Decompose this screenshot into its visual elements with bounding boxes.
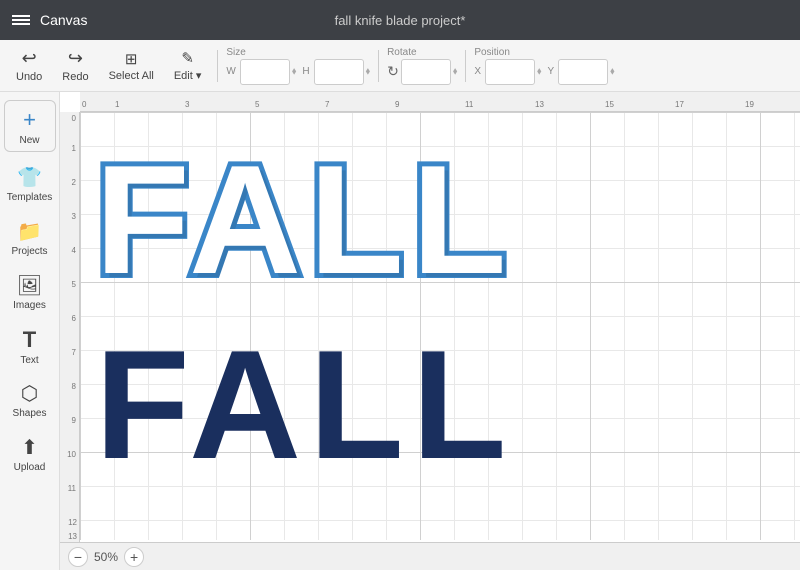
sidebar-item-images[interactable]: 🖼 Images (4, 266, 56, 318)
sidebar-item-label-projects: Projects (11, 246, 47, 257)
size-label: Size (226, 47, 245, 58)
separator-1 (217, 50, 218, 82)
sidebar-item-label-new: New (19, 135, 39, 146)
menu-button[interactable] (12, 13, 30, 27)
rotate-label: Rotate (387, 47, 416, 58)
y-input[interactable] (558, 59, 608, 85)
width-label: W (226, 66, 235, 77)
size-group: Size W ⬧ H ⬧ (226, 47, 370, 85)
canvas-content[interactable]: FALL FALL (80, 112, 800, 540)
shapes-icon: ⬡ (21, 381, 38, 406)
redo-icon: ↪ (68, 48, 83, 69)
height-input[interactable] (314, 59, 364, 85)
zoom-value: 50% (94, 550, 118, 564)
zoom-out-button[interactable]: − (68, 547, 88, 567)
y-label: Y (547, 66, 554, 77)
sidebar-item-shapes[interactable]: ⬡ Shapes (4, 374, 56, 426)
sidebar-item-label-templates: Templates (7, 192, 53, 203)
separator-2 (378, 50, 379, 82)
project-title: fall knife blade project* (335, 13, 466, 28)
rotate-input[interactable] (401, 59, 451, 85)
templates-icon: 👕 (17, 165, 42, 190)
sidebar-item-label-text: Text (20, 355, 38, 366)
ruler-left: 0 1 2 3 4 5 6 7 8 9 10 11 12 13 14 (60, 112, 80, 570)
x-input[interactable] (485, 59, 535, 85)
sidebar-item-label-images: Images (13, 300, 46, 311)
position-label: Position (474, 47, 510, 58)
sidebar-item-upload[interactable]: ⬆ Upload (4, 428, 56, 480)
select-all-button[interactable]: ⊞ Select All (101, 44, 162, 88)
canvas-area[interactable]: 0 1 3 5 7 9 11 13 15 17 19 21 0 1 2 3 4 … (60, 92, 800, 570)
x-label: X (474, 66, 481, 77)
width-input[interactable] (240, 59, 290, 85)
fall-outline-text[interactable]: FALL (95, 142, 514, 297)
sidebar-item-new[interactable]: + New (4, 100, 56, 152)
status-bar: − 50% + (60, 542, 800, 570)
toolbar: ↩ Undo ↪ Redo ⊞ Select All ✎ Edit ▾ Size… (0, 40, 800, 92)
sidebar: + New 👕 Templates 📁 Projects 🖼 Images T … (0, 92, 60, 570)
undo-button[interactable]: ↩ Undo (8, 44, 50, 88)
sidebar-item-label-shapes: Shapes (13, 408, 47, 419)
main-area: + New 👕 Templates 📁 Projects 🖼 Images T … (0, 92, 800, 570)
text-icon: T (23, 327, 36, 353)
edit-button[interactable]: ✎ Edit ▾ (166, 44, 210, 88)
sidebar-item-projects[interactable]: 📁 Projects (4, 212, 56, 264)
undo-icon: ↩ (22, 48, 37, 69)
sidebar-item-text[interactable]: T Text (4, 320, 56, 372)
projects-icon: 📁 (17, 219, 42, 244)
separator-3 (465, 50, 466, 82)
edit-icon: ✎ (181, 49, 194, 67)
top-bar: Canvas fall knife blade project* (0, 0, 800, 40)
select-all-icon: ⊞ (125, 50, 138, 68)
sidebar-item-label-upload: Upload (14, 462, 46, 473)
ruler-top: 0 1 3 5 7 9 11 13 15 17 19 21 (80, 92, 800, 112)
sidebar-item-templates[interactable]: 👕 Templates (4, 158, 56, 210)
height-label: H (302, 66, 309, 77)
zoom-in-button[interactable]: + (124, 547, 144, 567)
rotate-group: Rotate ↻ ⬧ (387, 47, 457, 85)
images-icon: 🖼 (17, 273, 42, 298)
fall-solid-text[interactable]: FALL (95, 327, 514, 482)
position-group: Position X ⬧ Y ⬧ (474, 47, 614, 85)
redo-button[interactable]: ↪ Redo (54, 44, 96, 88)
new-icon: + (23, 107, 36, 133)
upload-icon: ⬆ (21, 435, 38, 460)
